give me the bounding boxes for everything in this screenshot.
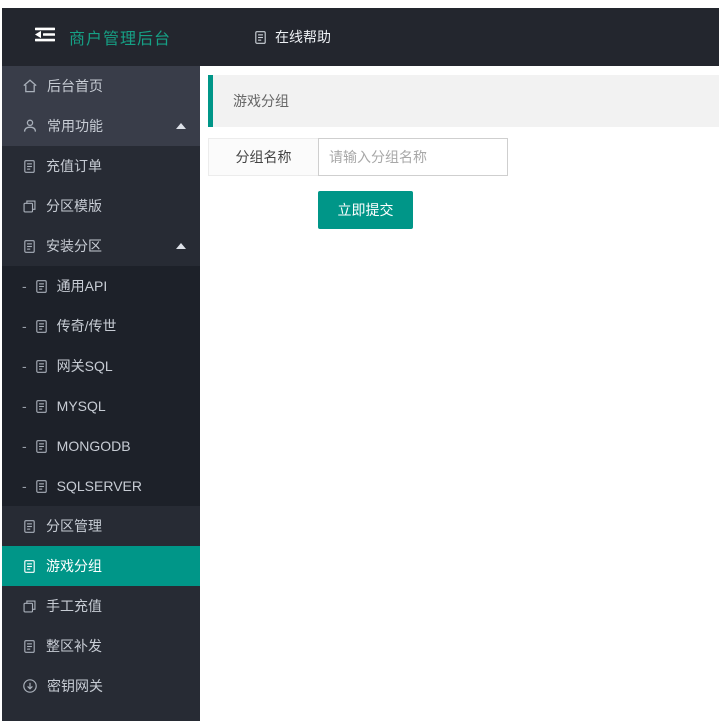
sidebar-item-label: 密钥网关 <box>47 678 103 694</box>
sidebar-item-sqlserver[interactable]: - SQLSERVER <box>2 466 200 506</box>
sidebar-item-label: 后台首页 <box>47 78 103 94</box>
top-header-bar: 商户管理后台 在线帮助 <box>2 8 719 66</box>
sidebar-item-generic-api[interactable]: - 通用API <box>2 266 200 306</box>
doc-icon <box>22 239 37 254</box>
doc-icon <box>34 359 49 374</box>
sidebar-item-label: 分区模版 <box>46 198 102 214</box>
doc-icon <box>22 559 37 574</box>
copy-icon <box>22 199 37 214</box>
submit-button[interactable]: 立即提交 <box>318 191 413 229</box>
sidebar-item-common-functions[interactable]: 常用功能 <box>2 106 200 146</box>
sidebar-item-label: 充值订单 <box>46 158 102 174</box>
submenu-dash: - <box>22 398 27 414</box>
doc-icon <box>34 399 49 414</box>
document-icon <box>253 30 268 45</box>
circle-down-icon <box>22 678 38 694</box>
doc-icon <box>22 159 37 174</box>
doc-icon <box>34 319 49 334</box>
sidebar-item-partition-template[interactable]: 分区模版 <box>2 186 200 226</box>
copy-icon <box>22 599 37 614</box>
group-name-form-row: 分组名称 <box>208 138 719 176</box>
doc-icon <box>22 639 37 654</box>
collapse-menu-icon <box>34 26 56 48</box>
submenu-dash: - <box>22 278 27 294</box>
collapse-arrow-icon <box>176 243 186 249</box>
sidebar-item-label: 传奇/传世 <box>56 318 117 334</box>
sidebar-item-label: MONGODB <box>56 438 131 454</box>
sidebar-nav: 后台首页 常用功能 充值订单 分区模版 安装分区 - 通用API - 传奇/传世… <box>2 66 200 721</box>
sidebar-item-label: 通用API <box>56 278 108 294</box>
sidebar-item-mysql[interactable]: - MYSQL <box>2 386 200 426</box>
sidebar-item-label: 分区管理 <box>46 518 102 534</box>
sidebar-item-label: MYSQL <box>56 398 106 414</box>
group-name-input[interactable] <box>318 138 508 176</box>
doc-icon <box>34 439 49 454</box>
sidebar-item-label: 手工充值 <box>46 598 102 614</box>
sidebar-item-label: 游戏分组 <box>46 558 102 574</box>
online-help-link[interactable]: 在线帮助 <box>253 27 331 47</box>
submenu-dash: - <box>22 438 27 454</box>
sidebar-item-partition-management[interactable]: 分区管理 <box>2 506 200 546</box>
sidebar-item-label: 整区补发 <box>46 638 102 654</box>
online-help-label: 在线帮助 <box>275 29 332 45</box>
sidebar-item-label: 安装分区 <box>46 238 102 254</box>
main-area: 后台首页 常用功能 充值订单 分区模版 安装分区 - 通用API - 传奇/传世… <box>2 66 719 721</box>
content-area: 游戏分组 分组名称 立即提交 <box>200 66 719 721</box>
sidebar-item-recharge-orders[interactable]: 充值订单 <box>2 146 200 186</box>
sidebar-item-key-gateway[interactable]: 密钥网关 <box>2 666 200 706</box>
submenu-dash: - <box>22 358 27 374</box>
sidebar-item-game-group[interactable]: 游戏分组 <box>2 546 200 586</box>
user-icon <box>22 118 38 134</box>
sidebar-item-home[interactable]: 后台首页 <box>2 66 200 106</box>
doc-icon <box>34 479 49 494</box>
doc-icon <box>34 279 49 294</box>
doc-icon <box>22 519 37 534</box>
app-title: 商户管理后台 <box>69 31 172 48</box>
panel-accent-bar <box>208 75 213 127</box>
sidebar-item-label: 常用功能 <box>47 118 103 134</box>
sidebar-item-label: SQLSERVER <box>56 478 143 494</box>
submenu-dash: - <box>22 478 27 494</box>
admin-app: 商户管理后台 在线帮助 后台首页 常用功能 充值订单 分区模版 安装分区 - 通… <box>2 8 719 721</box>
submenu-dash: - <box>22 318 27 334</box>
sidebar-item-install-partition[interactable]: 安装分区 <box>2 226 200 266</box>
sidebar-item-chuanqi-chuanshi[interactable]: - 传奇/传世 <box>2 306 200 346</box>
sidebar-item-manual-recharge[interactable]: 手工充值 <box>2 586 200 626</box>
sidebar-item-gateway-sql[interactable]: - 网关SQL <box>2 346 200 386</box>
panel-header: 游戏分组 <box>208 75 719 127</box>
group-name-label: 分组名称 <box>208 138 318 176</box>
sidebar-item-label: 网关SQL <box>56 358 113 374</box>
collapse-sidebar-button[interactable] <box>34 26 56 48</box>
sidebar-item-mongodb[interactable]: - MONGODB <box>2 426 200 466</box>
home-icon <box>22 78 38 94</box>
collapse-arrow-icon <box>176 123 186 129</box>
panel-title: 游戏分组 <box>233 93 289 109</box>
sidebar-item-zone-reissue[interactable]: 整区补发 <box>2 626 200 666</box>
